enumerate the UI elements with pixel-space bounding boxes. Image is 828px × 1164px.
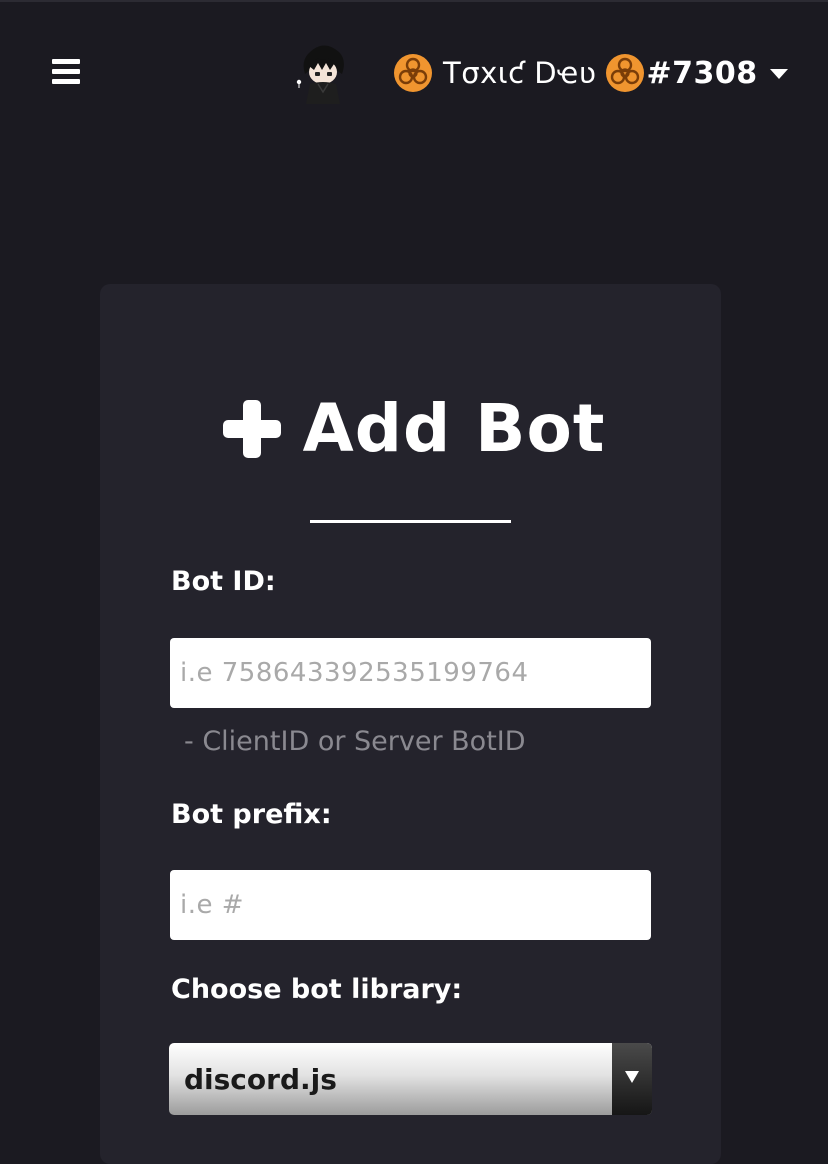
title-divider (310, 520, 511, 523)
page-title-text: Add Bot (302, 390, 606, 467)
bot-library-selected: discord.js (184, 1063, 337, 1096)
bot-id-label: Bot ID: (171, 566, 276, 597)
user-avatar[interactable] (292, 40, 354, 106)
username: Tσxιƈ Dҽʋ (443, 56, 597, 90)
bot-id-hint: - ClientID or Server BotID (184, 726, 526, 757)
user-discriminator: #7308 (646, 55, 758, 91)
caret-down-icon[interactable] (769, 69, 788, 79)
select-dropdown-button[interactable] (612, 1043, 652, 1115)
user-dropdown[interactable]: Tσxιƈ Dҽʋ #7308 (393, 50, 788, 96)
bot-library-label: Choose bot library: (171, 974, 463, 1005)
chevron-down-icon (625, 1071, 639, 1083)
hamburger-menu-icon[interactable] (52, 59, 80, 85)
top-navbar: Tσxιƈ Dҽʋ #7308 (0, 0, 828, 150)
bot-library-select[interactable]: discord.js (169, 1043, 652, 1115)
top-border (0, 0, 828, 2)
bot-id-input[interactable] (170, 638, 651, 708)
bot-prefix-input[interactable] (170, 870, 651, 940)
bot-prefix-label: Bot prefix: (171, 799, 332, 830)
biohazard-icon (605, 54, 644, 92)
plus-icon (222, 399, 281, 458)
page-title: Add Bot (0, 390, 828, 467)
biohazard-icon (394, 54, 432, 92)
